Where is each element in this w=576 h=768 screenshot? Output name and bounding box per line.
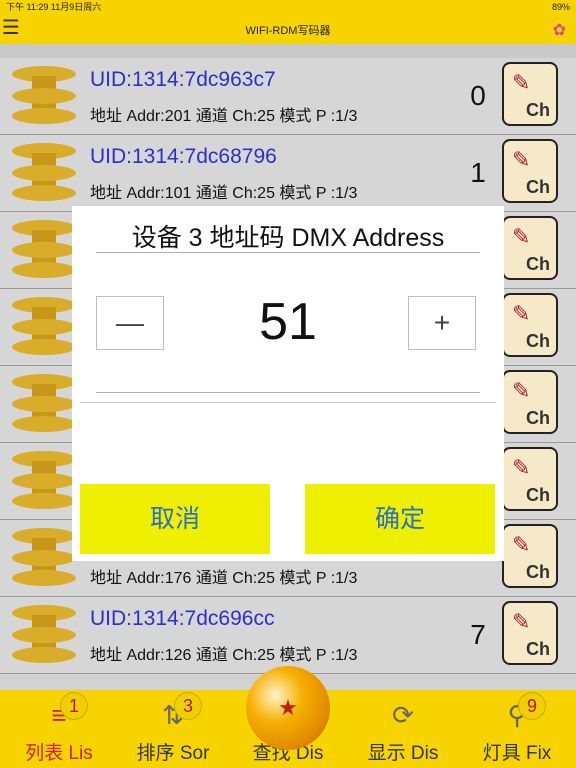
device-info: 地址 Addr:201 通道 Ch:25 模式 P :1/3 <box>90 108 358 125</box>
edit-channel-button[interactable]: ✎ Ch <box>502 447 558 511</box>
list-item[interactable]: UID:1314:7dc68796 地址 Addr:101 通道 Ch:25 模… <box>0 135 576 212</box>
spool-icon <box>8 372 80 432</box>
tab-fixture[interactable]: ⚲ 9 灯具 Fix <box>462 690 572 768</box>
spool-icon <box>8 295 80 355</box>
gem-icon[interactable]: ✿ <box>553 20 566 40</box>
device-info: 地址 Addr:176 通道 Ch:25 模式 P :1/3 <box>90 570 358 587</box>
status-time: 下午 11:29 11月9日周六 <box>6 2 102 12</box>
pencil-icon: ✎ <box>512 609 531 634</box>
channel-label: Ch <box>526 639 550 659</box>
list-item[interactable]: UID:1314:7dc963c7 地址 Addr:201 通道 Ch:25 模… <box>0 58 576 135</box>
channel-label: Ch <box>526 331 550 351</box>
dragonball-icon[interactable]: ★ <box>246 666 330 750</box>
tab-sort[interactable]: ⇅ 3 排序 Sor <box>118 690 228 768</box>
title-bar: ☰ WIFI-RDM写码器 ✿ <box>0 14 576 44</box>
spool-icon <box>8 218 80 278</box>
device-index: 7 <box>470 619 486 650</box>
tab-badge: 3 <box>174 692 202 720</box>
edit-channel-button[interactable]: ✎ Ch <box>502 139 558 203</box>
spool-icon <box>8 603 80 663</box>
edit-channel-button[interactable]: ✎ Ch <box>502 370 558 434</box>
device-index: 0 <box>470 80 486 111</box>
tab-label: 显示 Dis <box>367 743 439 764</box>
channel-label: Ch <box>526 100 550 120</box>
device-uid: UID:1314:7dc963c7 <box>90 68 276 91</box>
pencil-icon: ✎ <box>512 147 531 172</box>
device-uid: UID:1314:7dc68796 <box>90 145 277 168</box>
decrement-button[interactable]: — <box>96 296 164 350</box>
divider <box>80 402 496 403</box>
channel-label: Ch <box>526 562 550 582</box>
pencil-icon: ✎ <box>512 70 531 95</box>
pencil-icon: ✎ <box>512 532 531 557</box>
edit-channel-button[interactable]: ✎ Ch <box>502 62 558 126</box>
increment-button[interactable]: + <box>408 296 476 350</box>
address-value[interactable]: 51 <box>180 292 396 352</box>
channel-label: Ch <box>526 254 550 274</box>
tab-display[interactable]: ⟳ 显示 Dis <box>348 690 458 768</box>
divider <box>96 252 480 253</box>
pencil-icon: ✎ <box>512 378 531 403</box>
spool-icon <box>8 526 80 586</box>
pencil-icon: ✎ <box>512 224 531 249</box>
battery-level: 89% <box>551 2 570 12</box>
spool-icon <box>8 141 80 201</box>
cancel-button[interactable]: 取消 <box>80 484 270 554</box>
tab-label: 列表 Lis <box>25 743 93 764</box>
tab-label: 排序 Sor <box>136 743 210 764</box>
spool-icon <box>8 449 80 509</box>
edit-channel-button[interactable]: ✎ Ch <box>502 524 558 588</box>
channel-label: Ch <box>526 177 550 197</box>
refresh-icon: ⟳ <box>392 700 414 730</box>
channel-label: Ch <box>526 408 550 428</box>
channel-label: Ch <box>526 485 550 505</box>
tab-badge: 9 <box>518 692 546 720</box>
divider <box>96 392 480 393</box>
tab-badge: 1 <box>60 692 88 720</box>
pencil-icon: ✎ <box>512 455 531 480</box>
status-bar: 下午 11:29 11月9日周六 89% <box>0 0 576 14</box>
tab-label: 灯具 Fix <box>482 743 552 764</box>
spool-icon <box>8 64 80 124</box>
confirm-button[interactable]: 确定 <box>305 484 495 554</box>
edit-channel-button[interactable]: ✎ Ch <box>502 216 558 280</box>
edit-channel-button[interactable]: ✎ Ch <box>502 293 558 357</box>
pencil-icon: ✎ <box>512 301 531 326</box>
device-info: 地址 Addr:101 通道 Ch:25 模式 P :1/3 <box>90 185 358 202</box>
device-info: 地址 Addr:126 通道 Ch:25 模式 P :1/3 <box>90 647 358 664</box>
list-item[interactable]: UID:1314:7dc696cc 地址 Addr:126 通道 Ch:25 模… <box>0 597 576 674</box>
dmx-address-dialog: 设备 3 地址码 DMX Address — 51 + 取消 确定 <box>72 206 504 561</box>
device-uid: UID:1314:7dc696cc <box>90 607 275 630</box>
app-title: WIFI-RDM写码器 <box>245 25 331 37</box>
device-index: 1 <box>470 157 486 188</box>
dialog-title: 设备 3 地址码 DMX Address <box>131 224 445 252</box>
tab-list[interactable]: ≡ 1 列表 Lis <box>4 690 114 768</box>
edit-channel-button[interactable]: ✎ Ch <box>502 601 558 665</box>
